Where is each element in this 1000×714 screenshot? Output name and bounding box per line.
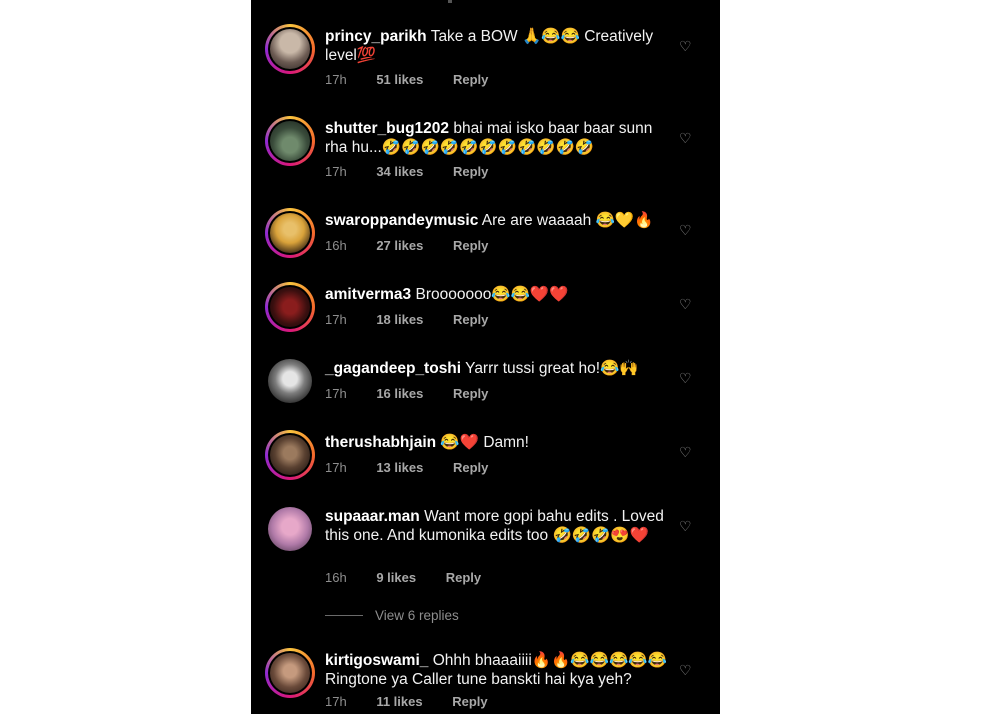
comments-screen: princy_parikh Take a BOW 🙏😂😂 Creatively … — [251, 0, 720, 714]
avatar[interactable] — [265, 430, 315, 480]
reply-button[interactable]: Reply — [453, 460, 488, 475]
comment-username[interactable]: kirtigoswami_ — [325, 652, 428, 669]
heart-outline-icon[interactable]: ♡ — [679, 222, 692, 239]
heart-outline-icon[interactable]: ♡ — [679, 662, 692, 679]
avatar[interactable] — [265, 116, 315, 166]
heart-outline-icon[interactable]: ♡ — [679, 518, 692, 535]
reply-button[interactable]: Reply — [453, 312, 488, 327]
heart-outline-icon[interactable]: ♡ — [679, 296, 692, 313]
reply-button[interactable]: Reply — [452, 694, 487, 709]
comment-time: 17h — [325, 460, 347, 475]
comment-text: Yarrr tussi great ho!😂🙌 — [465, 360, 639, 377]
avatar[interactable] — [265, 24, 315, 74]
comment-time: 17h — [325, 312, 347, 327]
heart-outline-icon[interactable]: ♡ — [679, 130, 692, 147]
comment-time: 17h — [325, 164, 347, 179]
avatar[interactable] — [265, 356, 315, 406]
comment-text: 😂❤️ Damn! — [440, 434, 529, 451]
reply-button[interactable]: Reply — [453, 238, 488, 253]
avatar[interactable] — [265, 208, 315, 258]
comment-username[interactable]: _gagandeep_toshi — [325, 360, 461, 377]
avatar[interactable] — [265, 282, 315, 332]
comment-time: 16h — [325, 238, 347, 253]
comment-text: Brooooooo😂😂❤️❤️ — [415, 286, 569, 303]
view-replies-button[interactable]: View 6 replies — [325, 608, 459, 623]
comment-likes[interactable]: 16 likes — [376, 386, 423, 401]
avatar[interactable] — [265, 648, 315, 698]
comment-time: 16h — [325, 570, 347, 585]
comment-likes[interactable]: 13 likes — [376, 460, 423, 475]
heart-outline-icon[interactable]: ♡ — [679, 38, 692, 55]
comment-likes[interactable]: 11 likes — [376, 694, 422, 709]
comment-username[interactable]: swaroppandeymusic — [325, 212, 478, 229]
comment-text: Are are waaaah 😂💛🔥 — [481, 212, 654, 229]
top-divider — [448, 0, 452, 3]
comment-time: 17h — [325, 72, 347, 87]
comment-likes[interactable]: 34 likes — [376, 164, 423, 179]
comment-username[interactable]: therushabhjain — [325, 434, 436, 451]
comment-likes[interactable]: 9 likes — [376, 570, 416, 585]
reply-button[interactable]: Reply — [453, 72, 488, 87]
comment-likes[interactable]: 51 likes — [376, 72, 423, 87]
comment-username[interactable]: princy_parikh — [325, 28, 427, 45]
heart-outline-icon[interactable]: ♡ — [679, 444, 692, 461]
comment-username[interactable]: supaaar.man — [325, 508, 420, 525]
comment-likes[interactable]: 27 likes — [376, 238, 423, 253]
heart-outline-icon[interactable]: ♡ — [679, 370, 692, 387]
comment-username[interactable]: shutter_bug1202 — [325, 120, 449, 137]
reply-button[interactable]: Reply — [446, 570, 481, 585]
replies-divider-line — [325, 615, 363, 616]
comment-time: 17h — [325, 694, 347, 709]
reply-button[interactable]: Reply — [453, 164, 488, 179]
comment-likes[interactable]: 18 likes — [376, 312, 423, 327]
reply-button[interactable]: Reply — [453, 386, 488, 401]
avatar[interactable] — [265, 504, 315, 554]
comment-username[interactable]: amitverma3 — [325, 286, 411, 303]
comment-time: 17h — [325, 386, 347, 401]
view-replies-label: View 6 replies — [375, 608, 459, 623]
